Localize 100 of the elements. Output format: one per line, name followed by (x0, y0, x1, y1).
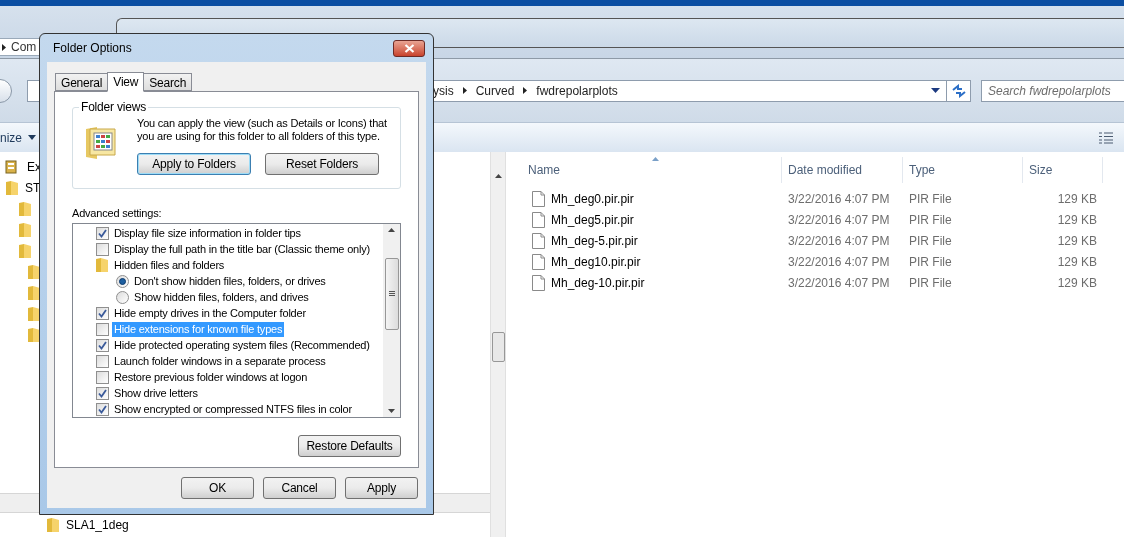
table-cell-text: 129 KB (1056, 253, 1097, 271)
setting-label[interactable]: Don't show hidden files, folders, or drives (132, 273, 328, 289)
search-field[interactable]: Search fwdrepolarplots (981, 79, 1124, 102)
vertical-scrollbar[interactable] (490, 152, 506, 537)
setting-label[interactable]: Display file size information in folder tips (112, 225, 303, 241)
table-cell-text: 3/22/2016 4:07 PM (787, 190, 891, 208)
radio-button[interactable] (116, 290, 129, 304)
table-cell-text: 129 KB (1056, 274, 1097, 292)
checkbox[interactable] (96, 354, 109, 368)
setting-label[interactable]: Display the full path in the title bar (Classic theme only) (112, 241, 372, 257)
checkbox[interactable] (96, 242, 109, 256)
checkbox[interactable] (96, 226, 109, 240)
table-cell-text: PIR File (908, 211, 953, 229)
file-icon (532, 274, 545, 291)
table-cell-text: 129 KB (1056, 190, 1097, 208)
chevron-right-icon (462, 87, 467, 94)
checkbox[interactable] (96, 322, 109, 336)
file-icon (532, 211, 545, 228)
nav-item[interactable]: SLA1_1deg (66, 516, 129, 534)
scroll-thumb[interactable] (384, 257, 399, 330)
table-cell-text: PIR File (908, 274, 953, 292)
table-cell-text: 129 KB (1056, 232, 1097, 250)
tab[interactable]: General (55, 73, 109, 91)
close-icon (403, 43, 415, 53)
file-icon (532, 190, 545, 207)
checkbox[interactable] (96, 370, 109, 384)
radio-button[interactable] (116, 274, 129, 288)
column-header[interactable]: Size (1023, 157, 1103, 183)
group-title: Folder views (79, 100, 148, 114)
folder-icon (27, 263, 41, 280)
sort-arrow-icon (651, 157, 659, 161)
breadcrumb-item[interactable]: ysis (433, 81, 454, 100)
advanced-settings-label: Advanced settings: (72, 206, 163, 220)
window-title: Folder Options (53, 40, 132, 57)
setting-label[interactable]: Launch folder windows in a separate process (112, 353, 328, 369)
file-name[interactable]: Mh_deg0.pir.pir (551, 189, 634, 208)
folder-icon (27, 326, 41, 343)
dialog-button[interactable]: Apply (345, 477, 418, 499)
folder-icon (95, 257, 109, 273)
scroll-up-icon[interactable] (494, 174, 502, 178)
setting-label[interactable]: Hide empty drives in the Computer folder (112, 305, 308, 321)
tab[interactable]: View (107, 72, 145, 92)
checkbox[interactable] (96, 386, 109, 400)
column-header[interactable]: Date modified (782, 157, 903, 183)
folder-icon (5, 179, 19, 196)
view-options-icon[interactable] (1098, 131, 1114, 144)
folder-view-button[interactable]: Reset Folders (265, 153, 379, 175)
nav-item[interactable]: ST (25, 178, 41, 197)
file-icon (532, 232, 545, 249)
setting-label[interactable]: Show drive letters (112, 385, 200, 401)
setting-label[interactable]: Restore previous folder windows at logon (112, 369, 310, 385)
folder-views-text: You can apply the view (such as Details or Icons) that you are using for this folder to all folders of this type. (137, 117, 388, 143)
grip-icon (388, 291, 395, 296)
dropdown-caret-icon[interactable] (931, 88, 940, 93)
folder-view-button[interactable]: Apply to Folders (137, 153, 251, 175)
table-cell-text: PIR File (908, 190, 953, 208)
table-cell-text: 129 KB (1056, 211, 1097, 229)
caret-icon (28, 135, 36, 140)
setting-label[interactable]: Hide protected operating system files (Recommended) (112, 337, 372, 353)
column-header[interactable]: Type (903, 157, 1023, 183)
restore-defaults-button[interactable]: Restore Defaults (298, 435, 401, 457)
table-cell-text: 3/22/2016 4:07 PM (787, 274, 891, 292)
dialog-button[interactable]: Cancel (263, 477, 336, 499)
table-cell-text: PIR File (908, 232, 953, 250)
tab[interactable]: Search (143, 73, 193, 91)
breadcrumb-item[interactable]: fwdrepolarplots (536, 81, 618, 100)
table-cell-text: 3/22/2016 4:07 PM (787, 211, 891, 229)
dialog-button[interactable]: OK (181, 477, 254, 499)
scroll-thumb[interactable] (491, 332, 505, 362)
breadcrumb-item[interactable]: Com (11, 38, 37, 56)
refresh-icon (950, 83, 967, 98)
folder-view-icon (85, 125, 119, 161)
chevron-right-icon (523, 87, 528, 94)
scrollbar[interactable] (383, 224, 400, 417)
folder-icon (18, 242, 32, 259)
folder-icon (18, 221, 32, 238)
table-cell-text: 3/22/2016 4:07 PM (787, 253, 891, 271)
folder-icon (18, 200, 32, 217)
file-name[interactable]: Mh_deg5.pir.pir (551, 210, 634, 229)
checkbox[interactable] (96, 402, 109, 416)
table-cell-text: 3/22/2016 4:07 PM (787, 232, 891, 250)
organize-button[interactable]: nize (0, 128, 36, 147)
close-button[interactable] (393, 39, 425, 57)
file-name[interactable]: Mh_deg-10.pir.pir (551, 273, 645, 292)
folder-icon (46, 517, 60, 533)
setting-label[interactable]: Hidden files and folders (112, 257, 227, 273)
checkbox[interactable] (96, 338, 109, 352)
folder-icon (27, 284, 41, 301)
file-icon (532, 253, 545, 270)
scroll-up-icon[interactable] (388, 228, 395, 232)
checkbox[interactable] (96, 306, 109, 320)
file-name[interactable]: Mh_deg10.pir.pir (551, 252, 641, 271)
table-cell-text: PIR File (908, 253, 953, 271)
scroll-down-icon[interactable] (388, 409, 395, 413)
chevron-right-icon (2, 43, 6, 51)
file-name[interactable]: Mh_deg-5.pir.pir (551, 231, 638, 250)
column-header[interactable]: Name (522, 157, 782, 183)
setting-label[interactable]: Show hidden files, folders, and drives (132, 289, 311, 305)
breadcrumb-item[interactable]: Curved (475, 81, 515, 100)
setting-label[interactable]: Show encrypted or compressed NTFS files in color (112, 401, 354, 417)
